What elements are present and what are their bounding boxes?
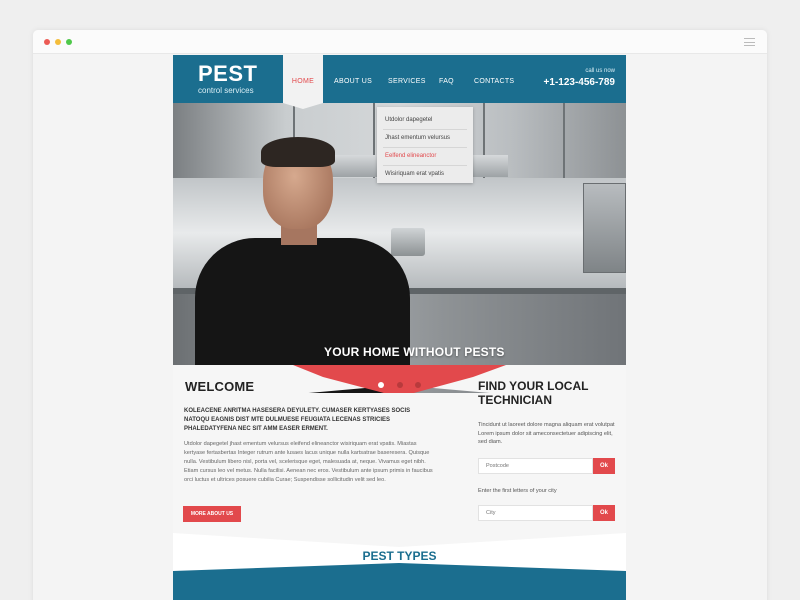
nav-faq[interactable]: FAQ xyxy=(439,55,454,103)
window-minimize-dot[interactable] xyxy=(55,39,61,45)
dropdown-divider xyxy=(383,147,467,148)
technician-title: FIND YOUR LOCAL TECHNICIAN xyxy=(478,379,589,407)
slider-dot-2[interactable] xyxy=(397,382,403,388)
phone-number[interactable]: +1-123-456-789 xyxy=(544,77,615,88)
slider-dot-1[interactable] xyxy=(378,382,384,388)
welcome-body: Utdolor dapegetel jhast ementum velursus… xyxy=(184,441,433,483)
services-dropdown: Utdolor dapegetel Jhast ementum velursus… xyxy=(377,107,473,183)
website-mockup: YOUR HOME WITHOUT PESTS PEST control ser… xyxy=(173,55,626,600)
nav-about-us[interactable]: ABOUT US xyxy=(334,55,372,103)
nav-home[interactable]: HOME xyxy=(283,55,323,109)
wall-oven xyxy=(583,183,626,273)
pest-types-title: PEST TYPES xyxy=(362,549,437,563)
more-about-us-button[interactable]: MORE ABOUT US xyxy=(183,506,241,522)
dropdown-item-active[interactable]: Eelfend elineanctor xyxy=(385,153,436,159)
call-us-label: call us now xyxy=(585,68,615,74)
nav-contacts[interactable]: CONTACTS xyxy=(474,55,514,103)
hero-caption: YOUR HOME WITHOUT PESTS xyxy=(324,345,505,359)
window-close-dot[interactable] xyxy=(44,39,50,45)
site-logo[interactable]: PEST control services xyxy=(198,61,258,96)
browser-chrome-bar xyxy=(33,30,767,54)
postcode-ok-button[interactable]: Ok xyxy=(593,458,615,474)
site-header: PEST control services HOME ABOUT US SERV… xyxy=(173,55,626,109)
dropdown-item[interactable]: Wisiriquam erat vpatis xyxy=(385,171,444,177)
welcome-lead: KOLEACENE ANRITMA HASESERA DEYULETY. CUM… xyxy=(184,408,411,432)
city-input[interactable] xyxy=(478,505,593,521)
postcode-input[interactable] xyxy=(478,458,593,474)
dropdown-divider xyxy=(383,129,467,130)
window-maximize-dot[interactable] xyxy=(66,39,72,45)
dropdown-divider xyxy=(383,165,467,166)
dropdown-item[interactable]: Jhast ementum velursus xyxy=(385,135,450,141)
pest-types-banner xyxy=(173,533,626,600)
logo-subtitle: control services xyxy=(198,86,254,95)
welcome-title: WELCOME xyxy=(185,379,255,394)
menu-icon[interactable] xyxy=(744,38,755,46)
nav-services[interactable]: SERVICES xyxy=(388,55,426,103)
person-hair xyxy=(261,137,335,167)
technician-body: Tincidunt ut laoreet dolore magna aliqua… xyxy=(478,422,615,445)
logo-title: PEST xyxy=(198,61,258,86)
city-ok-button[interactable]: Ok xyxy=(593,505,615,521)
dropdown-item[interactable]: Utdolor dapegetel xyxy=(385,117,432,123)
cabinet-divider xyxy=(563,103,565,178)
city-hint: Enter the first letters of your city xyxy=(478,488,557,494)
slider-dot-3[interactable] xyxy=(415,382,421,388)
